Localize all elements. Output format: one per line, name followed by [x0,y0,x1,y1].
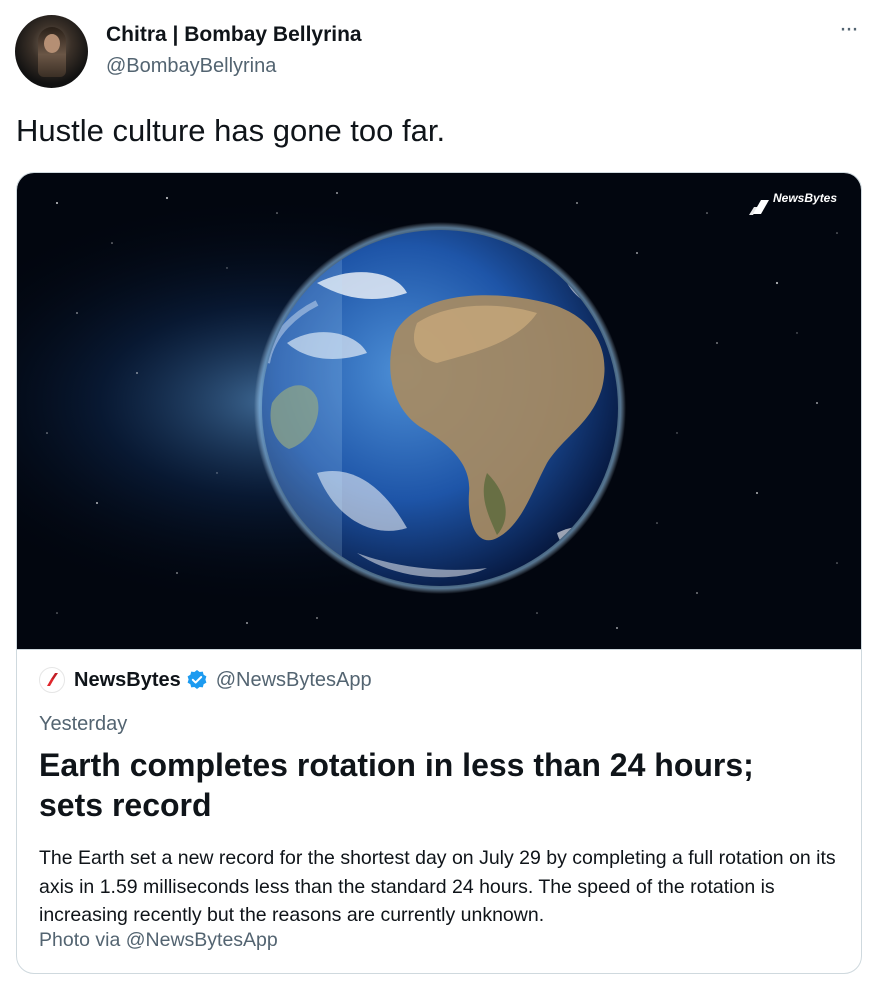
link-card[interactable]: NewsBytes NewsBytes @NewsBytesApp Yester… [16,172,862,974]
more-icon[interactable]: ··· [834,17,862,48]
tweet-text: Hustle culture has gone too far. [16,113,446,148]
author-name[interactable]: Chitra | Bombay Bellyrina [106,23,362,47]
earth-image: NewsBytes [17,173,861,649]
card-headline[interactable]: Earth completes rotation in less than 24… [39,745,819,825]
card-divider [17,649,861,650]
verified-badge-icon [187,670,207,689]
image-watermark: NewsBytes [773,191,837,205]
card-photo-credit: Photo via @NewsBytesApp [39,929,278,951]
avatar[interactable] [15,15,88,88]
card-source-handle[interactable]: @NewsBytesApp [216,669,372,692]
card-date: Yesterday [39,713,128,735]
newsbytes-logo-icon [39,667,65,693]
author-handle[interactable]: @BombayBellyrina [106,55,276,78]
avatar-face [44,34,60,53]
card-source: NewsBytes @NewsBytesApp [39,666,372,694]
card-body: The Earth set a new record for the short… [39,847,836,926]
card-source-name[interactable]: NewsBytes [74,669,181,692]
